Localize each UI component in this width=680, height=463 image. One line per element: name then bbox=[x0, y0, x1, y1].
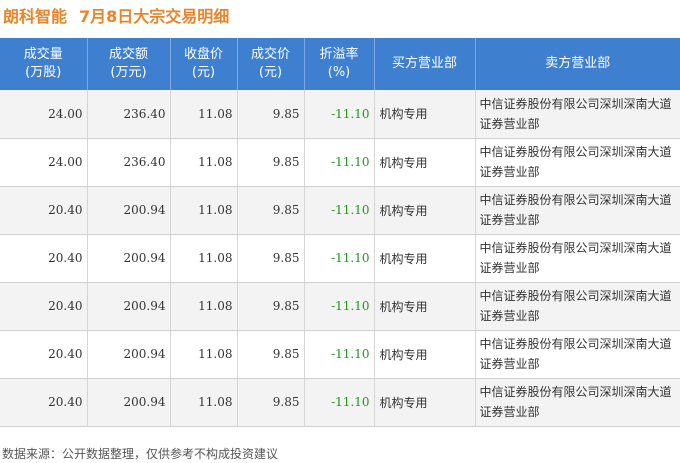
cell-buyer: 机构专用 bbox=[373, 330, 475, 379]
table-row: 20.40 200.94 11.08 9.85 -11.10 机构专用 中信证券… bbox=[0, 330, 680, 379]
cell-trade-price: 9.85 bbox=[236, 234, 304, 283]
cell-trade-price: 9.85 bbox=[236, 90, 304, 139]
cell-volume: 20.40 bbox=[0, 186, 87, 235]
cell-seller: 中信证券股份有限公司深圳深南大道证券营业部 bbox=[474, 282, 680, 331]
table-row: 20.40 200.94 11.08 9.85 -11.10 机构专用 中信证券… bbox=[0, 186, 680, 235]
cell-buyer: 机构专用 bbox=[373, 186, 475, 235]
table-row: 24.00 236.40 11.08 9.85 -11.10 机构专用 中信证券… bbox=[0, 90, 680, 139]
cell-trade-price: 9.85 bbox=[236, 138, 304, 187]
cell-amount: 200.94 bbox=[86, 330, 170, 379]
cell-volume: 20.40 bbox=[0, 282, 87, 331]
cell-amount: 200.94 bbox=[86, 186, 170, 235]
header-amount: 成交额 (万元) bbox=[86, 38, 170, 90]
cell-trade-price: 9.85 bbox=[236, 282, 304, 331]
cell-premium: -11.10 bbox=[303, 330, 374, 379]
cell-close-price: 11.08 bbox=[169, 234, 237, 283]
cell-premium: -11.10 bbox=[303, 234, 374, 283]
cell-close-price: 11.08 bbox=[169, 330, 237, 379]
cell-volume: 24.00 bbox=[0, 90, 87, 139]
page-title: 朗科智能 7月8日大宗交易明细 bbox=[3, 4, 229, 30]
cell-amount: 200.94 bbox=[86, 234, 170, 283]
cell-volume: 20.40 bbox=[0, 378, 87, 427]
table-row: 20.40 200.94 11.08 9.85 -11.10 机构专用 中信证券… bbox=[0, 234, 680, 283]
cell-trade-price: 9.85 bbox=[236, 330, 304, 379]
title-subtitle: 7月8日大宗交易明细 bbox=[79, 7, 230, 26]
cell-buyer: 机构专用 bbox=[373, 138, 475, 187]
cell-seller: 中信证券股份有限公司深圳深南大道证券营业部 bbox=[474, 186, 680, 235]
data-source-note: 数据来源：公开数据整理，仅供参考不构成投资建议 bbox=[2, 447, 279, 461]
header-trade-price: 成交价 (元) bbox=[236, 38, 304, 90]
cell-amount: 236.40 bbox=[86, 90, 170, 139]
cell-premium: -11.10 bbox=[303, 186, 374, 235]
cell-close-price: 11.08 bbox=[169, 186, 237, 235]
cell-amount: 200.94 bbox=[86, 282, 170, 331]
header-premium: 折溢率 (%) bbox=[303, 38, 374, 90]
header-buyer: 买方营业部 bbox=[373, 38, 475, 90]
table-row: 24.00 236.40 11.08 9.85 -11.10 机构专用 中信证券… bbox=[0, 138, 680, 187]
cell-premium: -11.10 bbox=[303, 90, 374, 139]
cell-volume: 20.40 bbox=[0, 330, 87, 379]
cell-buyer: 机构专用 bbox=[373, 282, 475, 331]
cell-premium: -11.10 bbox=[303, 378, 374, 427]
cell-seller: 中信证券股份有限公司深圳深南大道证券营业部 bbox=[474, 138, 680, 187]
cell-trade-price: 9.85 bbox=[236, 378, 304, 427]
table-header-row: 成交量 (万股) 成交额 (万元) 收盘价 (元) 成交价 (元) 折溢率 (%) 买方营… bbox=[0, 38, 680, 90]
cell-close-price: 11.08 bbox=[169, 90, 237, 139]
cell-buyer: 机构专用 bbox=[373, 234, 475, 283]
header-seller: 卖方营业部 bbox=[474, 38, 680, 90]
block-trade-table: 成交量 (万股) 成交额 (万元) 收盘价 (元) 成交价 (元) 折溢率 (%) 买方营… bbox=[0, 38, 680, 427]
cell-volume: 20.40 bbox=[0, 234, 87, 283]
cell-close-price: 11.08 bbox=[169, 282, 237, 331]
header-close-price: 收盘价 (元) bbox=[169, 38, 237, 90]
table-row: 20.40 200.94 11.08 9.85 -11.10 机构专用 中信证券… bbox=[0, 282, 680, 331]
cell-premium: -11.10 bbox=[303, 282, 374, 331]
cell-premium: -11.10 bbox=[303, 138, 374, 187]
cell-trade-price: 9.85 bbox=[236, 186, 304, 235]
cell-seller: 中信证券股份有限公司深圳深南大道证券营业部 bbox=[474, 90, 680, 139]
table-row: 20.40 200.94 11.08 9.85 -11.10 机构专用 中信证券… bbox=[0, 378, 680, 427]
cell-amount: 236.40 bbox=[86, 138, 170, 187]
cell-buyer: 机构专用 bbox=[373, 378, 475, 427]
cell-seller: 中信证券股份有限公司深圳深南大道证券营业部 bbox=[474, 234, 680, 283]
cell-seller: 中信证券股份有限公司深圳深南大道证券营业部 bbox=[474, 330, 680, 379]
cell-seller: 中信证券股份有限公司深圳深南大道证券营业部 bbox=[474, 378, 680, 427]
header-volume: 成交量 (万股) bbox=[0, 38, 87, 90]
cell-volume: 24.00 bbox=[0, 138, 87, 187]
cell-close-price: 11.08 bbox=[169, 138, 237, 187]
cell-buyer: 机构专用 bbox=[373, 90, 475, 139]
cell-amount: 200.94 bbox=[86, 378, 170, 427]
company-name: 朗科智能 bbox=[3, 7, 68, 26]
cell-close-price: 11.08 bbox=[169, 378, 237, 427]
